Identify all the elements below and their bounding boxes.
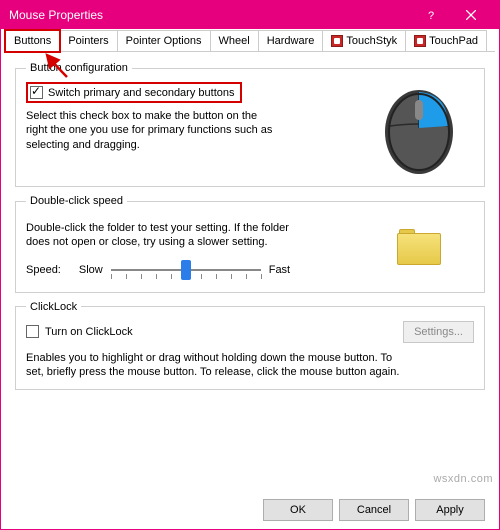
clicklock-checkbox[interactable]: Turn on ClickLock — [26, 325, 133, 338]
clicklock-legend: ClickLock — [26, 301, 81, 313]
double-click-test-folder[interactable] — [397, 229, 441, 267]
mouse-illustration-icon — [376, 82, 462, 176]
dialog-button-bar: OK Cancel Apply — [263, 499, 485, 521]
mouse-properties-window: Mouse Properties ? Buttons Pointers Poin… — [0, 0, 500, 530]
tab-buttons[interactable]: Buttons — [5, 30, 60, 52]
tab-touchpad[interactable]: TouchPad — [405, 30, 487, 51]
synaptics-icon — [414, 35, 426, 47]
watermark-text: wsxdn.com — [433, 473, 493, 485]
help-button[interactable]: ? — [411, 1, 451, 29]
button-configuration-group: Button configuration Switch primary and … — [15, 62, 485, 187]
double-click-description: Double-click the folder to test your set… — [26, 221, 306, 250]
tab-pointer-options[interactable]: Pointer Options — [117, 30, 211, 51]
clicklock-description: Enables you to highlight or drag without… — [26, 351, 406, 380]
switch-buttons-checkbox[interactable]: Switch primary and secondary buttons — [26, 82, 242, 103]
clicklock-group: ClickLock Turn on ClickLock Settings... … — [15, 301, 485, 391]
window-title: Mouse Properties — [9, 8, 411, 22]
tab-hardware[interactable]: Hardware — [258, 30, 324, 51]
close-button[interactable] — [451, 1, 491, 29]
ok-button[interactable]: OK — [263, 499, 333, 521]
tab-strip: Buttons Pointers Pointer Options Wheel H… — [5, 30, 495, 52]
apply-button[interactable]: Apply — [415, 499, 485, 521]
double-click-legend: Double-click speed — [26, 195, 127, 207]
speed-slow-label: Slow — [79, 264, 103, 276]
cancel-button[interactable]: Cancel — [339, 499, 409, 521]
checkbox-icon — [30, 86, 43, 99]
double-click-speed-slider[interactable] — [111, 258, 261, 282]
tab-touchstyk[interactable]: TouchStyk — [322, 30, 406, 51]
button-configuration-description: Select this check box to make the button… — [26, 109, 276, 152]
help-icon: ? — [425, 9, 437, 21]
checkbox-icon — [26, 325, 39, 338]
svg-text:?: ? — [428, 10, 434, 21]
speed-label: Speed: — [26, 264, 61, 276]
tab-wheel[interactable]: Wheel — [210, 30, 259, 51]
close-icon — [466, 10, 476, 20]
button-configuration-legend: Button configuration — [26, 62, 132, 74]
clicklock-toggle-label: Turn on ClickLock — [45, 326, 133, 338]
double-click-speed-group: Double-click speed Double-click the fold… — [15, 195, 485, 293]
speed-fast-label: Fast — [269, 264, 290, 276]
clicklock-settings-button: Settings... — [403, 321, 474, 343]
switch-buttons-label: Switch primary and secondary buttons — [48, 87, 234, 99]
titlebar: Mouse Properties ? — [1, 1, 499, 29]
slider-thumb[interactable] — [181, 260, 191, 280]
tab-pointers[interactable]: Pointers — [59, 30, 117, 51]
tab-content: Button configuration Switch primary and … — [1, 52, 499, 486]
synaptics-icon — [331, 35, 343, 47]
